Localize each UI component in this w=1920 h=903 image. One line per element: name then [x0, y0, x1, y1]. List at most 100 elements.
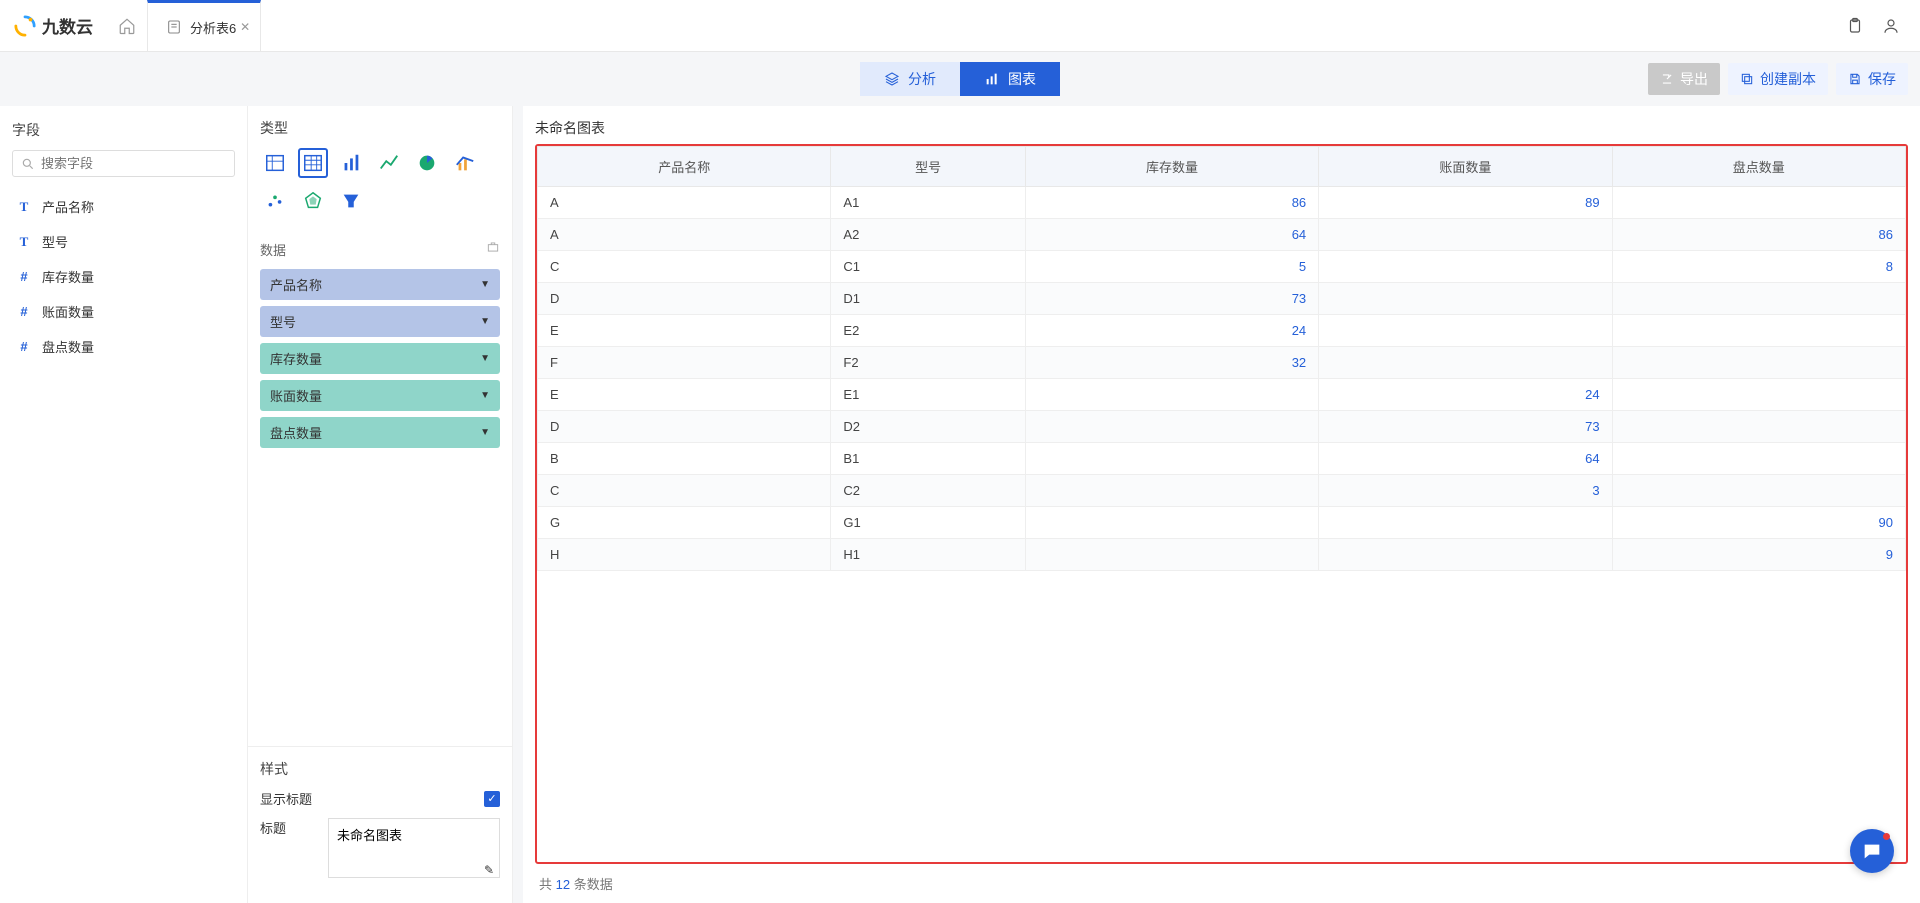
chart-type-pie[interactable]	[412, 148, 442, 178]
dimension-pill[interactable]: 产品名称▼	[260, 269, 500, 300]
edit-icon[interactable]: ✎	[484, 863, 494, 877]
table-row[interactable]: AA26486	[538, 219, 1906, 251]
copy-icon	[1740, 72, 1754, 86]
dimension-pill[interactable]: 型号▼	[260, 306, 500, 337]
table-cell: E	[538, 315, 831, 347]
chart-type-combo[interactable]	[450, 148, 480, 178]
field-search[interactable]	[12, 150, 235, 177]
table-cell: C	[538, 475, 831, 507]
sheet-icon	[166, 19, 182, 35]
field-item[interactable]: #盘点数量	[12, 329, 235, 364]
field-item[interactable]: #账面数量	[12, 294, 235, 329]
measure-pill[interactable]: 账面数量▼	[260, 380, 500, 411]
table-cell: 3	[1319, 475, 1612, 507]
home-button[interactable]	[107, 17, 147, 35]
table-cell: 89	[1319, 187, 1612, 219]
table-cell: C	[538, 251, 831, 283]
chevron-down-icon: ▼	[480, 353, 490, 364]
table-cell	[1612, 475, 1905, 507]
data-table: 产品名称型号库存数量账面数量盘点数量 AA18689AA26486CC158DD…	[537, 146, 1906, 571]
table-cell	[1319, 219, 1612, 251]
header: 九数云 分析表6 ✕	[0, 0, 1920, 52]
table-row[interactable]: DD173	[538, 283, 1906, 315]
text-type-icon: T	[16, 234, 32, 250]
table-cell: C2	[831, 475, 1025, 507]
table-row[interactable]: CC158	[538, 251, 1906, 283]
table-cell: 73	[1025, 283, 1318, 315]
table-cell: 64	[1025, 219, 1318, 251]
table-row[interactable]: FF232	[538, 347, 1906, 379]
chart-icon	[984, 71, 1000, 87]
chart-type-table[interactable]	[298, 148, 328, 178]
logo-icon	[14, 15, 36, 37]
chevron-down-icon: ▼	[480, 427, 490, 438]
column-header[interactable]: 库存数量	[1025, 147, 1318, 187]
table-row[interactable]: CC2 3	[538, 475, 1906, 507]
table-cell	[1319, 315, 1612, 347]
field-item[interactable]: T产品名称	[12, 189, 235, 224]
chart-type-scatter[interactable]	[260, 186, 290, 216]
clipboard-icon[interactable]	[1846, 17, 1864, 35]
save-button[interactable]: 保存	[1836, 63, 1908, 95]
table-cell	[1025, 475, 1318, 507]
field-item[interactable]: T型号	[12, 224, 235, 259]
measure-pill[interactable]: 库存数量▼	[260, 343, 500, 374]
table-cell: B1	[831, 443, 1025, 475]
table-cell: 73	[1319, 411, 1612, 443]
table-row[interactable]: DD273	[538, 411, 1906, 443]
user-icon[interactable]	[1882, 17, 1900, 35]
config-panel: 类型 数据 产品名称▼型号▼库存数量▼账面数量▼盘点数量▼ 样式	[248, 106, 513, 903]
table-cell: H	[538, 539, 831, 571]
table-cell: 86	[1612, 219, 1905, 251]
show-title-checkbox[interactable]: ✓	[484, 791, 500, 807]
table-cell: 8	[1612, 251, 1905, 283]
chart-type-radar[interactable]	[298, 186, 328, 216]
mode-analysis[interactable]: 分析	[860, 62, 960, 96]
table-row[interactable]: HH19	[538, 539, 1906, 571]
table-row[interactable]: AA18689	[538, 187, 1906, 219]
tab-close-icon[interactable]: ✕	[240, 20, 250, 34]
table-cell: 24	[1025, 315, 1318, 347]
table-cell	[1025, 411, 1318, 443]
chart-type-line[interactable]	[374, 148, 404, 178]
table-row[interactable]: EE224	[538, 315, 1906, 347]
title-label: 标题	[260, 818, 286, 837]
style-title: 样式	[260, 759, 500, 779]
duplicate-button[interactable]: 创建副本	[1728, 63, 1828, 95]
export-button[interactable]: 导出	[1648, 63, 1720, 95]
mode-chart[interactable]: 图表	[960, 62, 1060, 96]
layers-icon	[884, 71, 900, 87]
column-header[interactable]: 型号	[831, 147, 1025, 187]
column-header[interactable]: 账面数量	[1319, 147, 1612, 187]
chart-type-bar[interactable]	[336, 148, 366, 178]
data-table-highlight: 产品名称型号库存数量账面数量盘点数量 AA18689AA26486CC158DD…	[535, 144, 1908, 864]
chat-icon	[1861, 840, 1883, 862]
home-icon	[118, 17, 136, 35]
briefcase-icon[interactable]	[486, 240, 500, 254]
measure-pill[interactable]: 盘点数量▼	[260, 417, 500, 448]
chart-title-input[interactable]	[328, 818, 500, 878]
table-cell	[1612, 187, 1905, 219]
table-cell	[1612, 443, 1905, 475]
chart-type-group-table[interactable]	[260, 148, 290, 178]
table-row[interactable]: BB164	[538, 443, 1906, 475]
table-cell: A	[538, 187, 831, 219]
column-header[interactable]: 产品名称	[538, 147, 831, 187]
table-row[interactable]: EE124	[538, 379, 1906, 411]
field-item[interactable]: #库存数量	[12, 259, 235, 294]
table-cell: 32	[1025, 347, 1318, 379]
save-icon	[1848, 72, 1862, 86]
tab-title: 分析表6	[190, 18, 236, 37]
export-icon	[1660, 72, 1674, 86]
table-cell	[1319, 283, 1612, 315]
table-cell	[1319, 539, 1612, 571]
column-header[interactable]: 盘点数量	[1612, 147, 1905, 187]
chart-type-funnel[interactable]	[336, 186, 366, 216]
table-cell: B	[538, 443, 831, 475]
table-cell: 9	[1612, 539, 1905, 571]
workspace-tab[interactable]: 分析表6 ✕	[147, 0, 261, 52]
chat-fab[interactable]	[1850, 829, 1894, 873]
table-row[interactable]: GG190	[538, 507, 1906, 539]
field-search-input[interactable]	[41, 156, 226, 171]
field-label: 库存数量	[42, 267, 94, 286]
